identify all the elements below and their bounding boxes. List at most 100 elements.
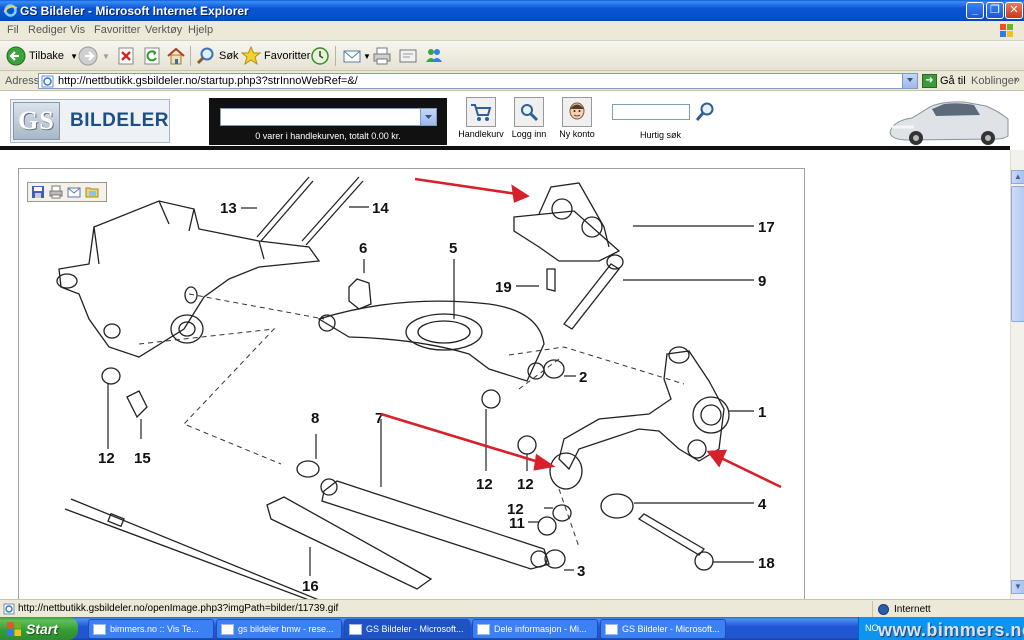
car-banner-image	[889, 101, 1009, 145]
standard-toolbar: Tilbake ▼ ▼ Søk Favoritter ▼	[0, 41, 1024, 71]
subframe-drawing	[58, 200, 321, 358]
address-bar: Adresse http://nettbutikk.gsbildeler.no/…	[0, 71, 1024, 91]
email-image-icon[interactable]	[67, 185, 83, 199]
favorites-label: Favoritter	[264, 50, 311, 62]
scroll-up-button[interactable]: ▲	[1011, 170, 1024, 184]
gs-bildeler-logo[interactable]: GS BILDELER	[10, 99, 170, 143]
scroll-thumb[interactable]	[1011, 186, 1024, 322]
links-chevron-icon[interactable]: »	[1014, 74, 1020, 86]
links-button[interactable]: Koblinger	[971, 75, 1017, 87]
bolt-18-drawing	[637, 513, 705, 556]
login-link[interactable]: Logg inn	[510, 97, 548, 139]
start-label: Start	[26, 620, 58, 637]
back-button[interactable]: Tilbake ▼	[6, 44, 78, 68]
address-url: http://nettbutikk.gsbildeler.no/startup.…	[58, 75, 358, 87]
part-number-label: 11	[509, 515, 525, 532]
taskbar-button[interactable]: Dele informasjon - Mi...	[472, 619, 598, 639]
ie-window: GS Bildeler - Microsoft Internet Explore…	[0, 0, 1024, 640]
red-arrow-hub-bushing	[718, 455, 782, 489]
messenger-icon	[426, 49, 442, 62]
bolt-19-drawing	[546, 268, 556, 292]
quick-search-icon[interactable]	[694, 101, 716, 123]
home-button[interactable]	[166, 44, 186, 68]
edit-page-icon	[399, 49, 417, 63]
user-face-icon	[562, 97, 592, 127]
save-icon[interactable]	[31, 185, 47, 199]
quick-search-input[interactable]	[612, 104, 690, 120]
new-account-link[interactable]: Ny konto	[556, 97, 598, 139]
status-page-icon	[3, 603, 15, 615]
cart-link[interactable]: Handlekurv	[458, 97, 504, 139]
taskbar-button-label: GS Bildeler - Microsoft...	[622, 624, 720, 634]
cart-label: Handlekurv	[458, 129, 504, 139]
back-dropdown-icon[interactable]: ▼	[70, 52, 78, 61]
part-number-label: 12	[517, 476, 534, 493]
login-magnifier-icon	[514, 97, 544, 127]
close-button[interactable]: ✕	[1005, 2, 1023, 19]
refresh-button[interactable]	[143, 44, 161, 68]
start-button[interactable]: Start	[0, 617, 78, 640]
part-number-label: 2	[579, 369, 587, 386]
go-button[interactable]: ➜ Gå til	[922, 74, 966, 88]
history-icon	[311, 47, 329, 65]
internet-globe-icon	[878, 603, 889, 615]
taskbar-button-label: bimmers.no :: Vis Te...	[110, 624, 199, 634]
part-number-label: 7	[375, 410, 383, 427]
taskbar-button-label: GS Bildeler - Microsoft...	[366, 624, 464, 634]
menu-hjelp[interactable]: Hjelp	[188, 24, 213, 36]
address-input[interactable]: http://nettbutikk.gsbildeler.no/startup.…	[38, 73, 918, 89]
language-indicator[interactable]: NO	[865, 623, 879, 633]
taskbar-button[interactable]: bimmers.no :: Vis Te...	[88, 619, 214, 639]
menu-favoritter[interactable]: Favoritter	[94, 24, 140, 36]
maximize-button[interactable]: ❐	[986, 2, 1004, 19]
menu-bar: Fil Rediger Vis Favoritter Verktøy Hjelp	[0, 21, 1024, 41]
menu-rediger[interactable]: Rediger	[28, 24, 67, 36]
title-bar[interactable]: GS Bildeler - Microsoft Internet Explore…	[0, 0, 1024, 21]
menu-fil[interactable]: Fil	[7, 24, 19, 36]
menu-vis[interactable]: Vis	[70, 24, 85, 36]
forward-arrow-icon	[78, 46, 98, 66]
window-title: GS Bildeler - Microsoft Internet Explore…	[20, 4, 249, 18]
logo-gs: GS	[13, 102, 60, 140]
part-number-label: 6	[359, 240, 367, 257]
my-pictures-icon[interactable]	[85, 185, 101, 199]
history-button[interactable]	[310, 44, 330, 68]
red-arrow-trailing-link	[380, 412, 543, 465]
edit-button[interactable]	[398, 44, 418, 68]
favorites-button[interactable]: Favoritter	[241, 44, 310, 68]
stop-button[interactable]	[117, 44, 135, 68]
rear-suspension-diagram[interactable]: 13 14 6 5 17 19 9 2 1 12 15 8 7 12 12 4	[19, 169, 805, 599]
part-number-label: 9	[758, 273, 766, 290]
forward-button[interactable]: ▼	[78, 44, 110, 68]
bushing-8-drawing	[296, 460, 320, 478]
address-dropdown-icon[interactable]	[902, 74, 917, 88]
basket-select-arrow-icon[interactable]	[420, 109, 436, 125]
part-number-label: 14	[372, 200, 389, 217]
taskbar-button[interactable]: gs bildeler bmw - rese...	[216, 619, 342, 639]
print-button[interactable]	[372, 44, 392, 68]
menu-verktoy[interactable]: Verktøy	[145, 24, 182, 36]
print-image-icon[interactable]	[49, 185, 65, 199]
part-number-label: 1	[758, 404, 766, 421]
scroll-down-button[interactable]: ▼	[1011, 580, 1024, 594]
vertical-scrollbar[interactable]: ▲ ▼	[1010, 150, 1024, 599]
part-number-label: 19	[495, 279, 512, 296]
taskbar-button[interactable]: GS Bildeler - Microsoft...	[600, 619, 726, 639]
taskbar-button-label: Dele informasjon - Mi...	[494, 624, 587, 634]
basket-select[interactable]	[220, 108, 437, 126]
forward-dropdown-icon[interactable]: ▼	[102, 52, 110, 61]
taskbar-button-active[interactable]: GS Bildeler - Microsoft...	[344, 619, 470, 639]
messenger-button[interactable]	[424, 44, 444, 68]
windows-flag-icon	[1000, 24, 1013, 37]
part-number-label: 12	[476, 476, 493, 493]
go-arrow-icon: ➜	[922, 74, 937, 88]
minimize-button[interactable]: _	[966, 2, 984, 19]
mail-dropdown-icon[interactable]: ▼	[363, 52, 371, 61]
home-icon	[167, 47, 185, 65]
bolt-9-drawing	[563, 263, 620, 330]
search-button[interactable]: Søk	[196, 44, 239, 68]
mail-button[interactable]: ▼	[342, 44, 371, 68]
zone-label: Internett	[894, 603, 931, 615]
bushing-11-drawing	[537, 516, 557, 536]
status-text: http://nettbutikk.gsbildeler.no/openImag…	[18, 603, 339, 614]
